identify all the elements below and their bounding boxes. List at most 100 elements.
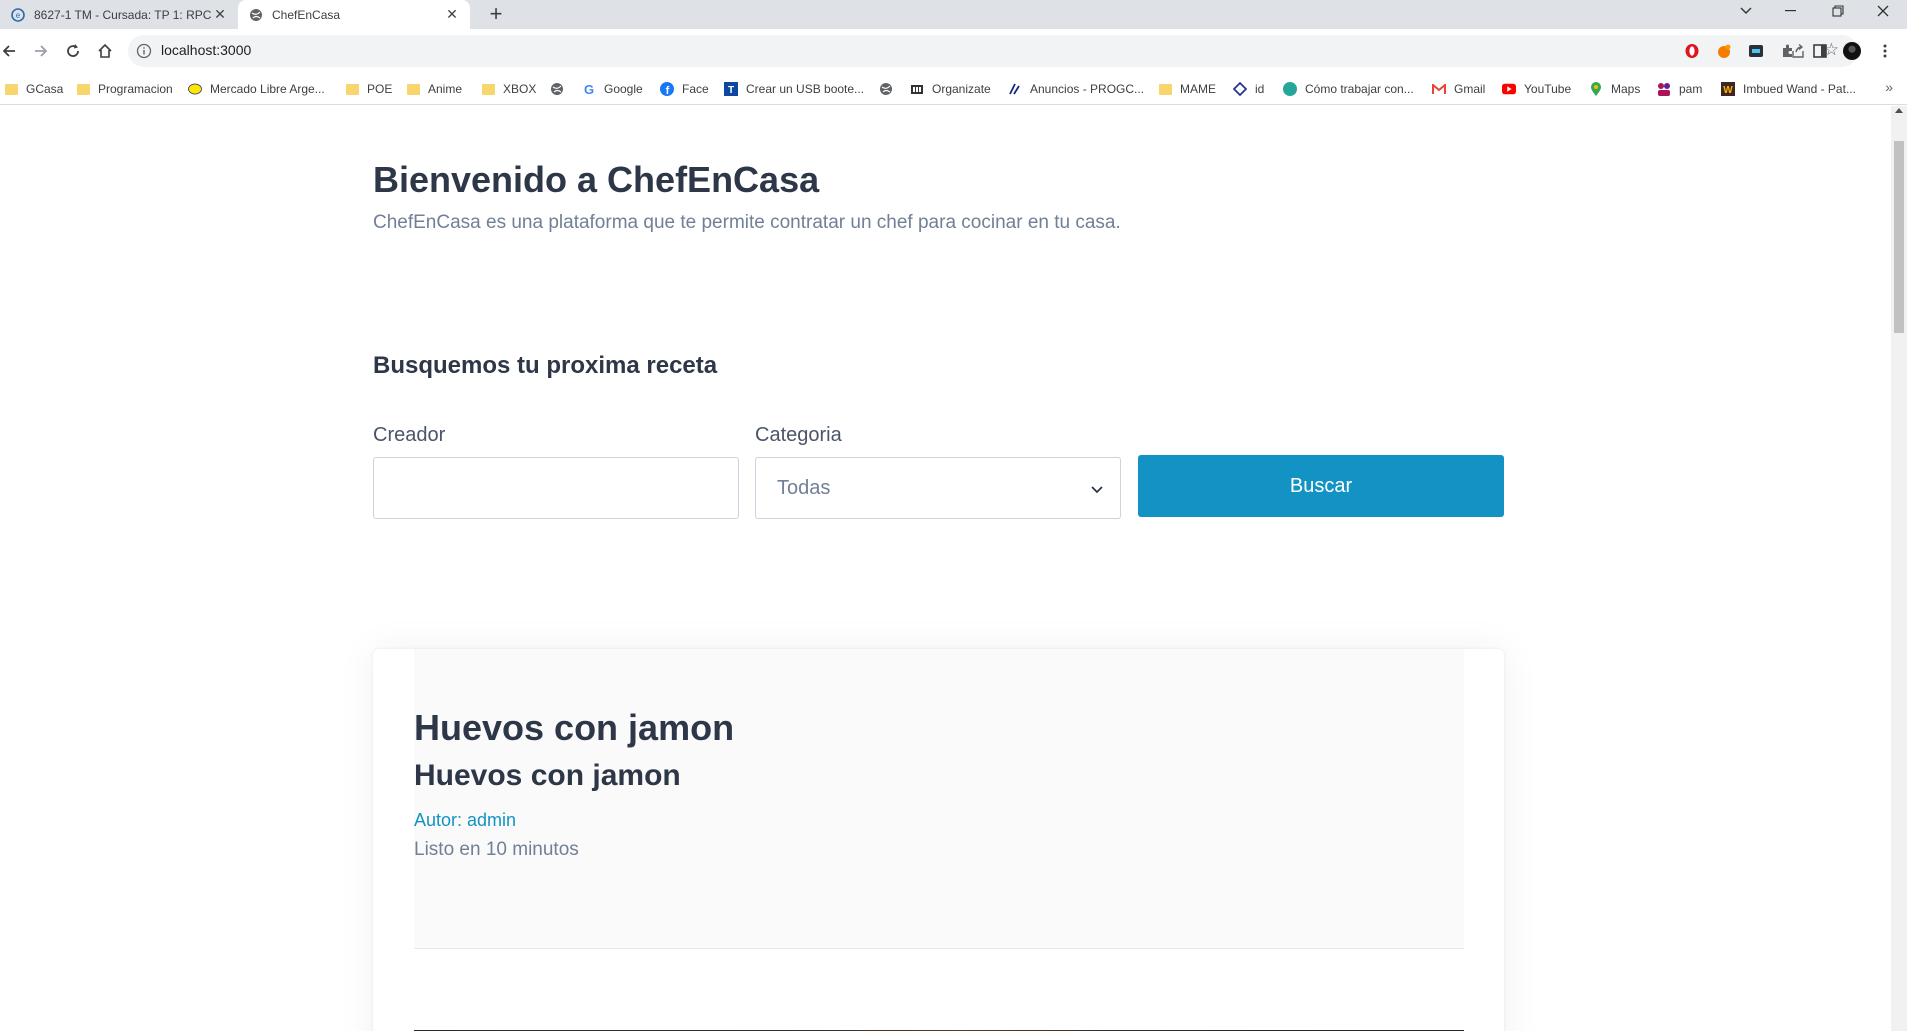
page-viewport: Bienvenido a ChefEnCasa ChefEnCasa es un…	[0, 106, 1891, 1031]
bookmark-label: Mercado Libre Arge...	[210, 82, 325, 96]
svg-text:W: W	[1723, 85, 1733, 96]
google-icon: G	[582, 82, 596, 96]
bookmarks-bar: GCasa Programacion Mercado Libre Arge...…	[0, 73, 1907, 105]
bookmark-imbued-wand[interactable]: W Imbued Wand - Pat...	[1721, 81, 1856, 97]
new-tab-plus-icon[interactable]: +	[484, 1, 508, 26]
bookmark-label: id	[1255, 82, 1265, 96]
page-title: Bienvenido a ChefEnCasa	[373, 159, 820, 200]
home-icon[interactable]	[91, 37, 119, 65]
svg-text:G: G	[584, 82, 594, 96]
bookmark-label: POE	[367, 82, 393, 96]
bookmark-label: Google	[604, 82, 643, 96]
globe-icon	[248, 7, 264, 23]
site-icon: W	[1721, 82, 1735, 96]
globe-icon	[550, 82, 564, 96]
tab-chefencasa[interactable]: ChefEnCasa ✕	[238, 0, 470, 29]
folder-icon	[4, 82, 18, 96]
bookmark-mercadolibre[interactable]: Mercado Libre Arge...	[188, 81, 325, 97]
recipe-author-link[interactable]: Autor: admin	[414, 810, 516, 831]
chevron-down-icon	[1090, 482, 1104, 494]
address-bar[interactable]: localhost:3000 ☆	[128, 35, 1858, 67]
bookmark-anime[interactable]: Anime	[406, 81, 462, 97]
tab-close-icon[interactable]: ✕	[212, 6, 228, 23]
tab-cursada[interactable]: e 8627-1 TM - Cursada: TP 1: RPC ✕	[0, 0, 238, 29]
page-scrollbar[interactable]	[1891, 106, 1907, 1031]
bookmark-organizate[interactable]: Organizate	[910, 81, 991, 97]
bookmark-label: XBOX	[503, 82, 537, 96]
minimize-icon[interactable]	[1774, 0, 1808, 22]
tab-title: 8627-1 TM - Cursada: TP 1: RPC	[34, 7, 212, 22]
bookmark-pam[interactable]: pam	[1657, 81, 1702, 97]
search-section-title: Busquemos tu proxima receta	[373, 352, 718, 379]
bookmark-maps[interactable]: Maps	[1589, 81, 1640, 97]
bookmark-gcasa[interactable]: GCasa	[4, 81, 63, 97]
bookmark-label: YouTube	[1524, 82, 1572, 96]
category-label: Categoria	[755, 424, 842, 446]
maps-icon	[1589, 82, 1603, 96]
site-info-icon[interactable]	[136, 43, 152, 59]
page-subtitle: ChefEnCasa es una plataforma que te perm…	[373, 212, 1121, 233]
bookmark-globe-2[interactable]	[879, 81, 901, 97]
bookmarks-overflow-icon[interactable]: »	[1885, 79, 1893, 95]
site-icon: T	[724, 82, 738, 96]
close-window-icon[interactable]	[1866, 0, 1900, 22]
folder-icon	[1158, 82, 1172, 96]
folder-icon	[76, 82, 90, 96]
extension-dark-icon[interactable]	[1747, 42, 1765, 60]
svg-text:f: f	[666, 85, 670, 96]
bookmark-globe-1[interactable]	[550, 81, 572, 97]
bookmark-poe[interactable]: POE	[345, 81, 392, 97]
mercadolibre-icon	[188, 82, 202, 96]
bookmark-face[interactable]: f Face	[660, 81, 709, 97]
bookmark-google[interactable]: G Google	[582, 81, 643, 97]
bookmark-label: Gmail	[1454, 82, 1486, 96]
category-selected-value: Todas	[777, 477, 831, 499]
restore-icon[interactable]	[1821, 0, 1855, 22]
opera-icon[interactable]	[1683, 42, 1701, 60]
gmail-icon	[1432, 82, 1446, 96]
bookmark-label: MAME	[1180, 82, 1216, 96]
folder-icon	[345, 82, 359, 96]
bookmark-label: Organizate	[932, 82, 991, 96]
creator-input[interactable]	[373, 457, 739, 519]
scroll-up-arrow-icon[interactable]	[1895, 108, 1903, 113]
bookmark-id[interactable]: id	[1233, 81, 1264, 97]
extensions-puzzle-icon[interactable]	[1779, 42, 1797, 60]
bookmark-label: Imbued Wand - Pat...	[1743, 82, 1856, 96]
search-button[interactable]: Buscar	[1138, 455, 1504, 517]
youtube-icon	[1502, 82, 1516, 96]
site-icon	[1008, 82, 1022, 96]
bookmark-label: Face	[682, 82, 709, 96]
bookmark-gmail[interactable]: Gmail	[1432, 81, 1485, 97]
kebab-menu-icon[interactable]	[1876, 42, 1894, 60]
organizate-icon	[910, 82, 924, 96]
forward-arrow-icon[interactable]	[27, 37, 55, 65]
bookmark-label: GCasa	[26, 82, 64, 96]
bookmark-anuncios[interactable]: Anuncios - PROGC...	[1008, 81, 1144, 97]
scrollbar-thumb[interactable]	[1894, 141, 1904, 333]
bookmark-xbox[interactable]: XBOX	[481, 81, 536, 97]
side-panel-icon[interactable]	[1811, 42, 1829, 60]
url-text: localhost:3000	[161, 42, 252, 58]
bookmark-label: Cómo trabajar con...	[1305, 82, 1414, 96]
bookmark-label: Maps	[1611, 82, 1641, 96]
site-icon	[1283, 82, 1297, 96]
bookmark-como-trabajar[interactable]: Cómo trabajar con...	[1283, 81, 1414, 97]
tab-search-chevron-icon[interactable]	[1729, 0, 1763, 22]
back-arrow-icon[interactable]	[0, 37, 23, 65]
bookmark-label: Anime	[428, 82, 463, 96]
reload-icon[interactable]	[59, 37, 87, 65]
category-select[interactable]: Todas	[755, 457, 1121, 519]
profile-avatar-icon[interactable]	[1843, 42, 1861, 60]
folder-icon	[406, 82, 420, 96]
extension-orange-icon[interactable]	[1715, 42, 1733, 60]
tab-title: ChefEnCasa	[272, 7, 341, 22]
bookmark-usb[interactable]: T Crear un USB boote...	[724, 81, 864, 97]
folder-icon	[481, 82, 495, 96]
recipe-card[interactable]: Huevos con jamon Huevos con jamon Autor:…	[373, 649, 1504, 1031]
tab-close-icon[interactable]: ✕	[444, 6, 460, 23]
creator-label: Creador	[373, 424, 446, 446]
bookmark-programacion[interactable]: Programacion	[76, 81, 173, 97]
bookmark-mame[interactable]: MAME	[1158, 81, 1216, 97]
bookmark-youtube[interactable]: YouTube	[1502, 81, 1571, 97]
